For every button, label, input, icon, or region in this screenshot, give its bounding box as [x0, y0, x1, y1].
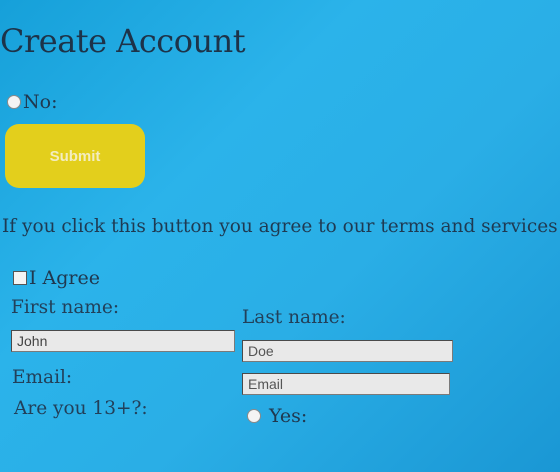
agree-option[interactable]: I Agree — [13, 266, 100, 289]
radio-no-label: No: — [23, 91, 58, 113]
radio-yes-label: Yes: — [269, 405, 308, 427]
radio-yes-option[interactable]: Yes: — [247, 404, 307, 427]
page-title: Create Account — [0, 22, 246, 60]
age-question-label: Are you 13+?: — [14, 398, 148, 419]
email-label: Email: — [12, 367, 73, 388]
terms-notice: If you click this button you agree to ou… — [2, 216, 558, 237]
radio-no-option[interactable]: No: — [7, 90, 57, 113]
radio-yes-button[interactable] — [247, 409, 261, 423]
agree-checkbox[interactable] — [13, 271, 27, 285]
first-name-input[interactable] — [11, 330, 235, 352]
email-input[interactable] — [242, 373, 450, 395]
agree-label: I Agree — [29, 267, 100, 289]
last-name-label: Last name: — [242, 307, 346, 328]
last-name-input[interactable] — [242, 340, 453, 362]
first-name-label: First name: — [11, 297, 120, 318]
submit-button[interactable]: Submit — [5, 124, 145, 188]
radio-no-button[interactable] — [7, 95, 21, 109]
